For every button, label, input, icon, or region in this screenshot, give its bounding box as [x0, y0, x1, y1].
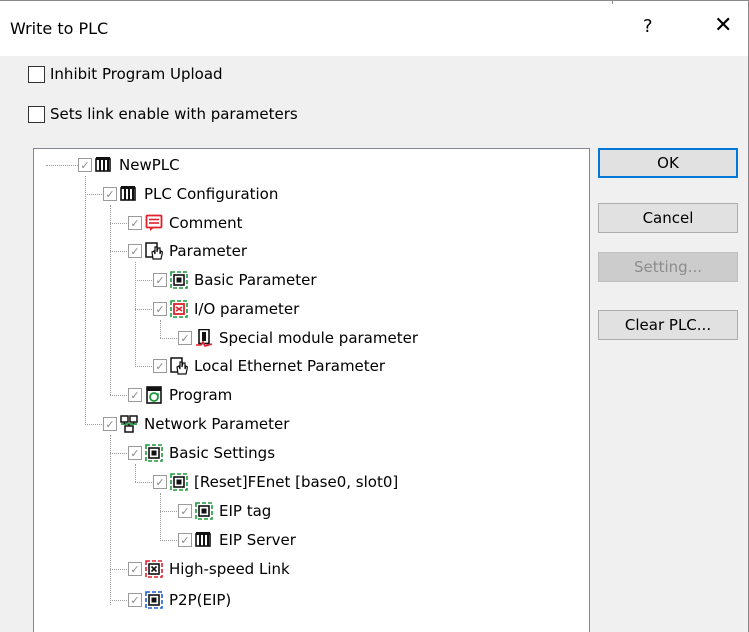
inhibit-upload-label: Inhibit Program Upload: [50, 65, 223, 83]
high-speed-link-icon: [145, 560, 163, 578]
tree-node-label: Local Ethernet Parameter: [194, 357, 386, 375]
tree-node-label: Basic Parameter: [194, 271, 317, 289]
tree-node-label: High-speed Link: [169, 560, 290, 578]
link-enable-checkbox[interactable]: [28, 105, 45, 123]
tree-checkbox[interactable]: ✓: [153, 359, 167, 373]
tree-node-label: PLC Configuration: [144, 185, 279, 203]
tree-checkbox[interactable]: ✓: [153, 302, 167, 316]
inhibit-upload-option[interactable]: Inhibit Program Upload: [28, 65, 223, 83]
tree-checkbox[interactable]: ✓: [128, 388, 142, 402]
tree-node-high-speed-link[interactable]: ✓ High-speed Link: [128, 558, 290, 580]
tree-node-comment[interactable]: ✓ Comment: [128, 212, 243, 234]
tree-node-label: P2P(EIP): [169, 591, 232, 609]
link-enable-label: Sets link enable with parameters: [50, 105, 298, 123]
close-button[interactable]: ✕: [714, 13, 732, 38]
plc-icon: [195, 531, 213, 549]
comment-icon: [145, 214, 163, 232]
basic-parameter-icon: [170, 271, 188, 289]
fenet-icon: [170, 473, 188, 491]
inhibit-upload-checkbox[interactable]: [28, 65, 45, 83]
tree-node-label: I/O parameter: [194, 300, 300, 318]
tree-node-program[interactable]: ✓ Program: [128, 384, 232, 406]
title-bar: Write to PLC ? ✕: [0, 0, 749, 56]
io-parameter-icon: [170, 300, 188, 318]
tree-checkbox[interactable]: ✓: [128, 216, 142, 230]
parameter-hand-icon: [170, 357, 188, 375]
tree-node-basic-settings[interactable]: ✓ Basic Settings: [128, 442, 275, 464]
cancel-button[interactable]: Cancel: [598, 203, 738, 233]
link-enable-option[interactable]: Sets link enable with parameters: [28, 105, 298, 123]
p2p-icon: [145, 591, 163, 609]
tree-node-local-ethernet-parameter[interactable]: ✓ Local Ethernet Parameter: [153, 355, 385, 377]
tree-checkbox[interactable]: ✓: [128, 562, 142, 576]
tree-node-label: [Reset]FEnet [base0, slot0]: [194, 473, 399, 491]
tree-node-label: EIP tag: [219, 502, 272, 520]
tree-node-label: NewPLC: [119, 156, 180, 174]
special-module-icon: [195, 329, 213, 347]
plc-icon: [120, 185, 138, 203]
tree-checkbox[interactable]: ✓: [178, 331, 192, 345]
tree-checkbox[interactable]: ✓: [153, 273, 167, 287]
write-items-tree[interactable]: ✓ NewPLC ✓ PLC Configuration ✓ Comment ✓…: [33, 148, 590, 632]
tree-node-p2p-eip[interactable]: ✓ P2P(EIP): [128, 589, 231, 611]
tree-checkbox[interactable]: ✓: [178, 533, 192, 547]
tree-checkbox[interactable]: ✓: [178, 504, 192, 518]
tree-node-label: Comment: [169, 214, 243, 232]
tree-node-eip-server[interactable]: ✓ EIP Server: [178, 529, 296, 551]
basic-settings-icon: [145, 444, 163, 462]
clear-plc-button[interactable]: Clear PLC...: [598, 310, 738, 340]
tree-node-io-parameter[interactable]: ✓ I/O parameter: [153, 298, 299, 320]
tree-node-label: EIP Server: [219, 531, 296, 549]
tree-checkbox[interactable]: ✓: [128, 593, 142, 607]
tree-node-special-module-parameter[interactable]: ✓ Special module parameter: [178, 327, 418, 349]
tree-checkbox[interactable]: ✓: [103, 417, 117, 431]
help-button[interactable]: ?: [643, 16, 653, 37]
tree-node-eip-tag[interactable]: ✓ EIP tag: [178, 500, 271, 522]
tree-node-label: Parameter: [169, 242, 248, 260]
setting-button[interactable]: Setting...: [598, 252, 738, 282]
tree-node-label: Basic Settings: [169, 444, 276, 462]
tree-checkbox[interactable]: ✓: [128, 244, 142, 258]
tree-node-label: Network Parameter: [144, 415, 290, 433]
tree-checkbox[interactable]: ✓: [153, 475, 167, 489]
network-icon: [120, 415, 138, 433]
window-title: Write to PLC: [10, 19, 109, 38]
parameter-hand-icon: [145, 242, 163, 260]
tree-checkbox[interactable]: ✓: [78, 158, 92, 172]
tree-node-label: Program: [169, 386, 233, 404]
title-divider: [612, 0, 613, 4]
ok-button[interactable]: OK: [598, 148, 738, 178]
tree-node-basic-parameter[interactable]: ✓ Basic Parameter: [153, 269, 317, 291]
tree-node-parameter[interactable]: ✓ Parameter: [128, 240, 247, 262]
tree-node-network-parameter[interactable]: ✓ Network Parameter: [103, 413, 289, 435]
program-icon: [145, 386, 163, 404]
tree-node-fenet[interactable]: ✓ [Reset]FEnet [base0, slot0]: [153, 471, 398, 493]
tree-checkbox[interactable]: ✓: [128, 446, 142, 460]
tree-node-plc-configuration[interactable]: ✓ PLC Configuration: [103, 183, 278, 205]
eip-tag-icon: [195, 502, 213, 520]
tree-checkbox[interactable]: ✓: [103, 187, 117, 201]
plc-icon: [95, 156, 113, 174]
tree-node-label: Special module parameter: [219, 329, 418, 347]
tree-node-newplc[interactable]: ✓ NewPLC: [78, 154, 180, 176]
